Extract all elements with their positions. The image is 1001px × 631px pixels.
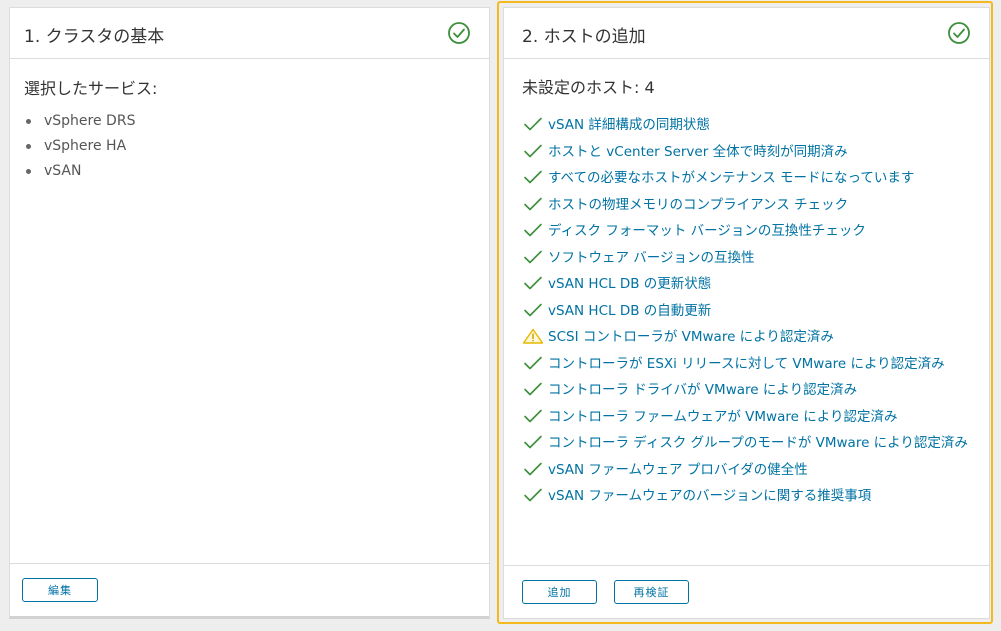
selected-card-outline — [497, 1, 993, 624]
service-label: vSphere HA — [44, 138, 127, 154]
card-header: 1. クラスタの基本 — [10, 8, 489, 59]
bullet-icon — [26, 119, 31, 124]
service-label: vSAN — [44, 163, 82, 179]
services-list: vSphere DRS vSphere HA vSAN — [24, 113, 135, 188]
check-circle-icon — [448, 22, 470, 44]
list-item: vSphere DRS — [24, 113, 135, 138]
selected-services-heading: 選択したサービス: — [24, 79, 158, 98]
card-footer: 編集 — [10, 563, 489, 616]
bullet-icon — [26, 144, 31, 149]
bullet-icon — [26, 169, 31, 174]
cluster-basics-card: 1. クラスタの基本 選択したサービス: vSphere DRS vSphere… — [9, 7, 490, 619]
edit-button[interactable]: 編集 — [22, 578, 98, 602]
service-label: vSphere DRS — [44, 113, 136, 129]
list-item: vSphere HA — [24, 138, 135, 163]
list-item: vSAN — [24, 163, 135, 188]
card-title: 1. クラスタの基本 — [24, 27, 165, 47]
